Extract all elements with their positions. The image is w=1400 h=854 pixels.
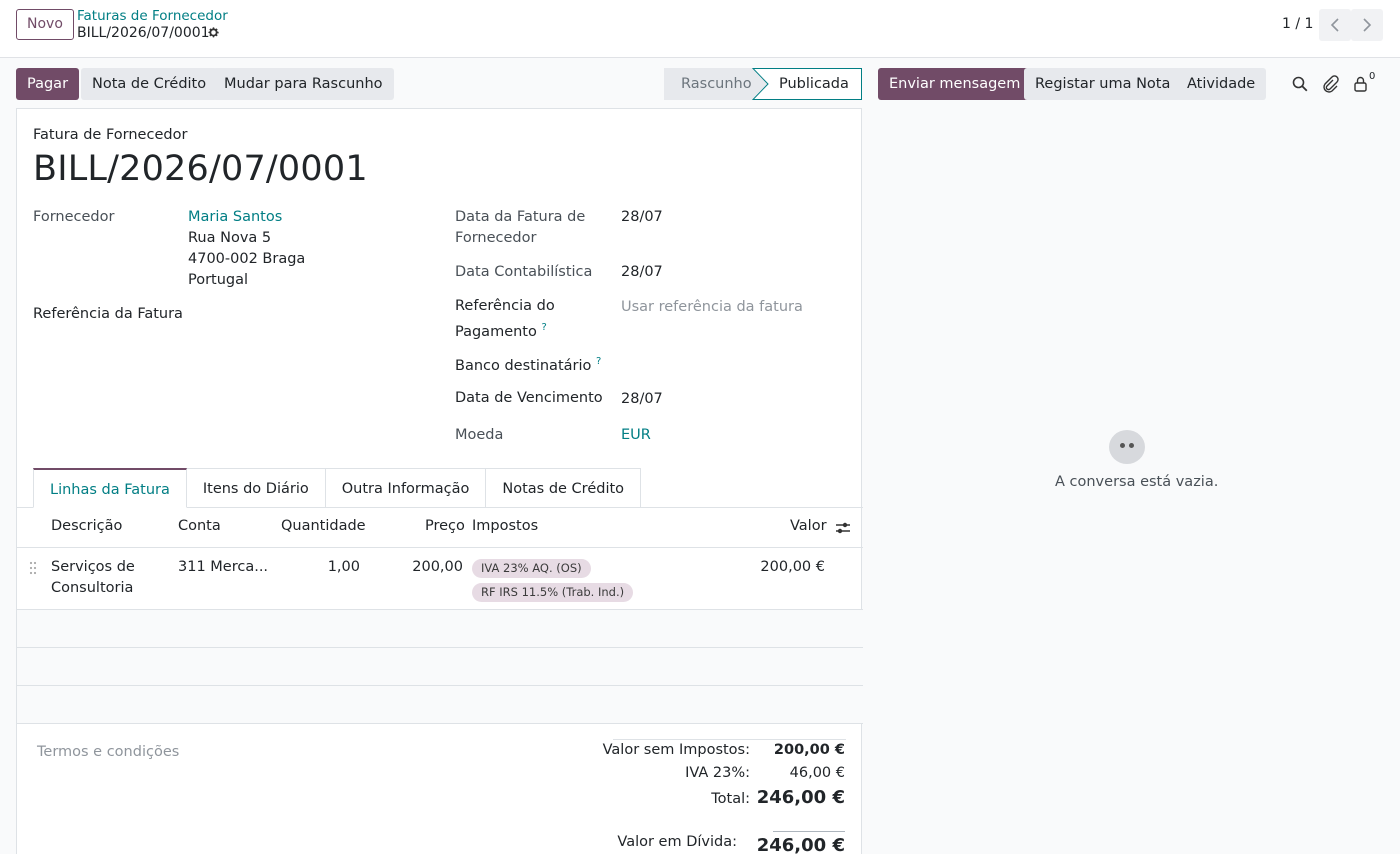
table-row-empty[interactable] — [17, 686, 863, 724]
line-price[interactable]: 200,00 — [407, 557, 463, 578]
paperclip-icon[interactable] — [1320, 74, 1340, 94]
line-taxes: IVA 23% AQ. (OS) — [472, 558, 591, 579]
activity-button[interactable]: Atividade — [1176, 68, 1267, 100]
vendor-label: Fornecedor — [33, 209, 115, 225]
gear-icon[interactable] — [207, 26, 220, 39]
pager-next-button[interactable] — [1351, 9, 1383, 41]
form-sheet: Fatura de Fornecedor BILL/2026/07/0001 F… — [16, 108, 863, 854]
line-amount: 200,00 € — [760, 559, 825, 575]
table-row-empty[interactable] — [17, 648, 863, 686]
total-amount: 246,00 € — [756, 787, 845, 808]
residual-label: Valor em Dívida: — [617, 834, 737, 850]
follower-count: 0 — [1369, 71, 1376, 82]
col-price[interactable]: Preço — [425, 518, 465, 534]
tax-badge[interactable]: IVA 23% AQ. (OS) — [472, 559, 591, 578]
tab-credit-notes[interactable]: Notas de Crédito — [486, 468, 642, 508]
credit-note-button[interactable]: Nota de Crédito — [81, 68, 218, 100]
breadcrumb-parent-link[interactable]: Faturas de Fornecedor — [77, 8, 228, 24]
totals-divider — [613, 739, 846, 740]
tab-invoice-lines[interactable]: Linhas da Fatura — [33, 468, 187, 508]
bill-reference-label: Referência da Fatura — [33, 306, 183, 322]
residual-divider — [773, 831, 845, 832]
vendor-country: Portugal — [188, 272, 249, 288]
tax-badge[interactable]: RF IRS 11.5% (Trab. Ind.) — [472, 583, 634, 602]
untaxed-label: Valor sem Impostos: — [602, 742, 750, 758]
currency-link[interactable]: EUR — [621, 425, 651, 446]
payment-reference-label: Referência do Pagamento ? — [455, 298, 555, 340]
vendor-street: Rua Nova 5 — [188, 230, 272, 246]
tab-other-info[interactable]: Outra Informação — [325, 468, 487, 508]
line-quantity[interactable]: 1,00 — [317, 557, 360, 578]
accounting-date-label: Data Contabilística — [455, 264, 593, 280]
recipient-bank-label: Banco destinatário ? — [455, 356, 602, 374]
tab-journal-items[interactable]: Itens do Diário — [186, 468, 326, 508]
line-description[interactable]: Serviços de Consultoria — [51, 557, 161, 599]
terms-input[interactable]: Termos e condições — [37, 744, 179, 760]
vat-label: IVA 23%: — [685, 765, 750, 781]
chevron-left-icon — [1330, 18, 1339, 32]
empty-conversation-icon — [1109, 430, 1145, 464]
new-button[interactable]: Novo — [16, 9, 74, 40]
help-icon[interactable]: ? — [541, 322, 546, 333]
pager-previous-button[interactable] — [1319, 9, 1351, 41]
pager-value[interactable]: 1 / 1 — [1282, 16, 1313, 32]
control-panel: Novo Faturas de Fornecedor BILL/2026/07/… — [0, 0, 1400, 58]
vat-amount: 46,00 € — [789, 765, 845, 781]
drag-handle-icon[interactable] — [29, 561, 37, 575]
empty-conversation-text: A conversa está vazia. — [1055, 474, 1219, 490]
line-account[interactable]: 311 Merca... — [178, 557, 268, 578]
untaxed-amount: 200,00 € — [773, 742, 845, 758]
bill-number: BILL/2026/07/0001 — [33, 149, 368, 189]
recipient-bank-input[interactable] — [621, 349, 846, 373]
residual-amount: 246,00 € — [756, 835, 845, 854]
due-date-field[interactable]: 28/07 — [621, 389, 663, 410]
pay-button[interactable]: Pagar — [16, 68, 80, 100]
search-icon[interactable] — [1290, 74, 1310, 94]
status-bar: Rascunho Publicada — [664, 68, 862, 100]
notebook-tabs: Linhas da Fatura Itens do Diário Outra I… — [33, 468, 642, 508]
bill-date-label: Data da Fatura de Fornecedor — [455, 209, 586, 246]
bill-date-field[interactable]: 28/07 — [621, 207, 663, 228]
vendor-link[interactable]: Maria Santos — [188, 207, 282, 228]
accounting-date-field[interactable]: 28/07 — [621, 262, 663, 283]
log-note-button[interactable]: Registar uma Nota — [1024, 68, 1182, 100]
send-message-button[interactable]: Enviar mensagem — [878, 68, 1032, 100]
col-quantity[interactable]: Quantidade — [281, 518, 366, 534]
col-taxes[interactable]: Impostos — [472, 518, 538, 534]
table-row[interactable]: Serviços de Consultoria 311 Merca... 1,0… — [17, 548, 863, 610]
status-posted[interactable]: Publicada — [756, 68, 862, 100]
due-date-label: Data de Vencimento — [455, 390, 603, 406]
vendor-city: 4700-002 Braga — [188, 251, 306, 267]
chevron-right-icon — [1363, 18, 1372, 32]
bill-reference-input[interactable] — [188, 302, 428, 326]
help-icon[interactable]: ? — [596, 356, 601, 367]
line-taxes-second: RF IRS 11.5% (Trab. Ind.) — [472, 582, 634, 603]
payment-reference-input[interactable]: Usar referência da fatura — [621, 297, 803, 318]
col-amount[interactable]: Valor — [790, 518, 827, 534]
form-type-label: Fatura de Fornecedor — [33, 127, 188, 143]
col-description[interactable]: Descrição — [51, 518, 122, 534]
col-account[interactable]: Conta — [178, 518, 221, 534]
sliders-icon[interactable] — [835, 520, 851, 536]
lines-table-header: Descrição Conta Quantidade Preço Imposto… — [17, 508, 863, 548]
followers-lock-icon[interactable] — [1351, 74, 1371, 94]
breadcrumb-current: BILL/2026/07/0001 — [77, 25, 210, 41]
reset-to-draft-button[interactable]: Mudar para Rascunho — [213, 68, 394, 100]
table-row-empty[interactable] — [17, 610, 863, 648]
currency-label: Moeda — [455, 427, 504, 443]
